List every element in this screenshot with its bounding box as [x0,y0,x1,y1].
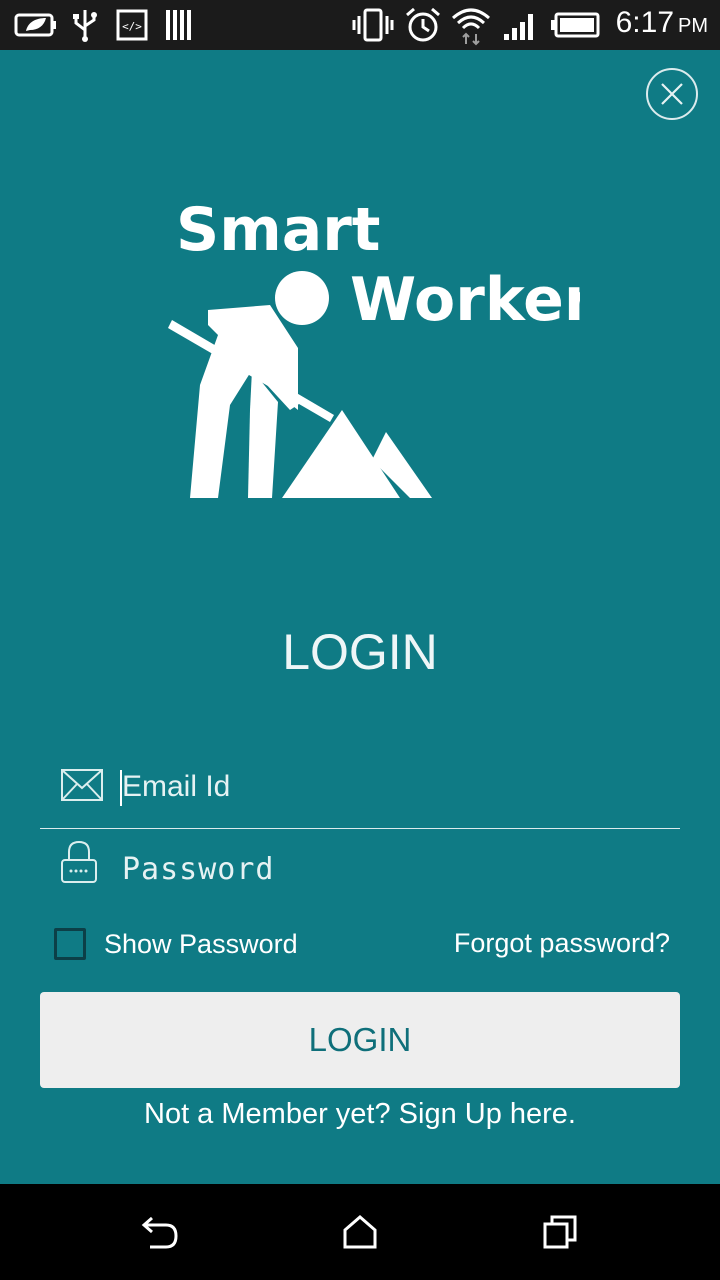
usb-icon [73,10,97,42]
navigation-bar [0,1184,720,1280]
login-screen: Smart Worker LOGIN Email Id Show Passwor… [0,50,720,1184]
back-icon[interactable] [140,1214,180,1250]
home-icon[interactable] [342,1214,378,1250]
app-logo: Smart Worker [160,170,594,515]
mail-icon [61,769,103,801]
battery-icon [551,12,600,38]
clock-time: 6:17 [615,6,674,39]
email-input[interactable] [120,758,664,816]
svg-text:</>: </> [122,20,142,33]
recents-icon[interactable] [542,1214,578,1250]
battery-saver-icon [14,13,56,37]
close-icon [661,83,683,105]
developer-icon: </> [116,9,148,41]
signup-link[interactable]: Not a Member yet? Sign Up here. [0,1098,720,1131]
forgot-password-link[interactable]: Forgot password? [454,928,670,959]
close-button[interactable] [646,68,698,120]
show-password-label: Show Password [104,928,298,959]
clock-ampm: PM [678,15,708,37]
password-input[interactable] [120,840,664,898]
barcode-icon [166,10,191,40]
clock: 6:17 PM [616,6,708,40]
logo-text-worker: Worker [350,265,580,335]
password-field [40,840,680,910]
wifi-icon [452,8,490,46]
worker-logo-icon: Smart Worker [168,195,594,498]
status-bar: </> 6:17 PM [0,0,720,50]
show-password-checkbox[interactable] [54,928,86,960]
vibrate-icon [352,8,394,42]
text-caret [120,770,122,806]
logo-text-smart: Smart [176,195,381,265]
show-password-toggle[interactable]: Show Password [54,926,298,962]
lock-icon [61,840,97,883]
login-title: LOGIN [282,624,438,680]
login-button[interactable]: LOGIN [40,992,680,1088]
signal-icon [504,14,533,40]
email-field [40,750,680,829]
alarm-icon [406,7,440,42]
